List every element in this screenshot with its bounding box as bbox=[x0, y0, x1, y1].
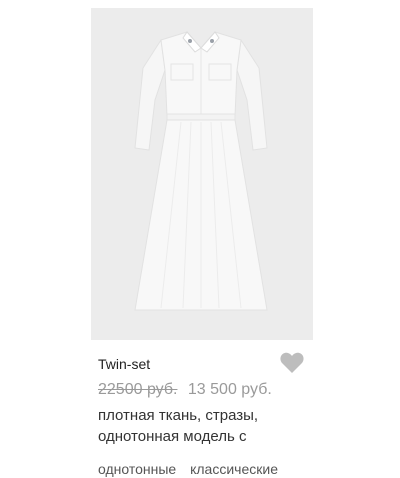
old-price: 22500 руб. bbox=[98, 381, 178, 398]
description-line: однотонная модель с bbox=[98, 428, 247, 445]
product-description: плотная ткань, стразы, однотонная модель… bbox=[98, 405, 313, 447]
current-price: 13 500 руб. bbox=[187, 381, 272, 398]
dress-illustration bbox=[134, 31, 268, 311]
product-tags: однотонные классические bbox=[98, 460, 313, 478]
product-brand[interactable]: Twin-set bbox=[98, 355, 150, 373]
product-image[interactable] bbox=[91, 8, 313, 340]
tag-item[interactable]: однотонные bbox=[98, 461, 176, 477]
product-card[interactable]: Twin-set 22500 руб. 13 500 руб. плотная … bbox=[91, 8, 313, 477]
heart-icon[interactable] bbox=[279, 351, 305, 375]
price-row: 22500 руб. 13 500 руб. bbox=[98, 380, 272, 400]
description-line: плотная ткань, стразы, bbox=[98, 407, 259, 424]
tag-item[interactable]: классические bbox=[190, 461, 278, 477]
